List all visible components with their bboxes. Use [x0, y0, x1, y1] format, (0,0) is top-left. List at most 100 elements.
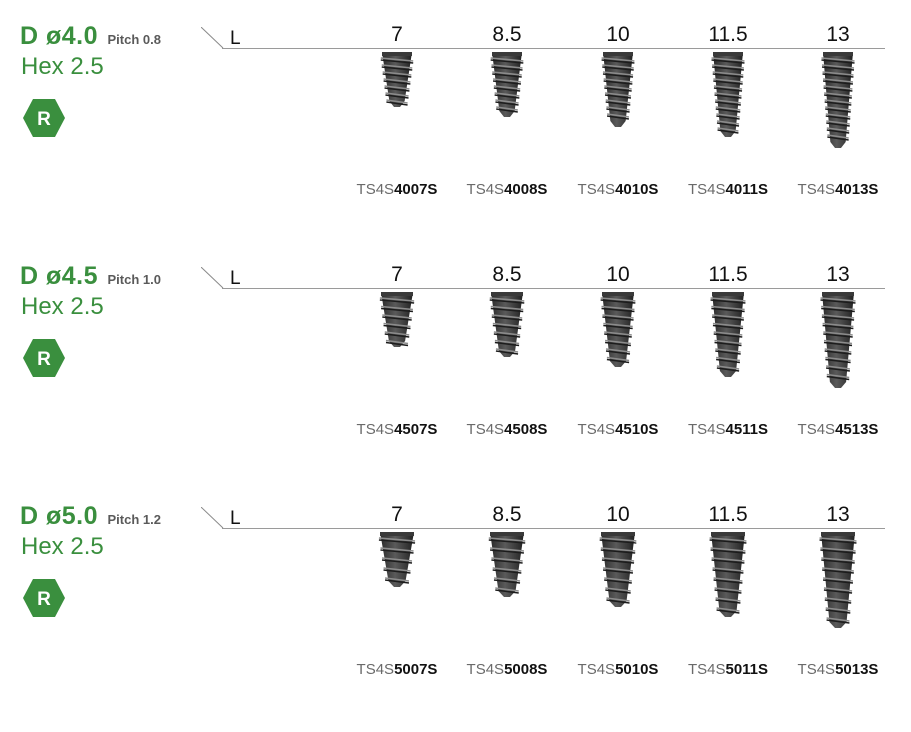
product-code-suffix: 4508S: [504, 421, 548, 438]
badge-letter: R: [37, 109, 51, 130]
product-code: TS4S4507S: [342, 421, 452, 438]
badge-letter: R: [37, 349, 51, 370]
header-diagonal-divider: [201, 267, 224, 289]
diameter-label: D ø4.0: [20, 22, 99, 50]
implant-size-section: D ø4.0 Pitch 0.8 Hex 2.5 RL7 TS4S4007S 8.5…: [0, 10, 911, 250]
regular-platform-badge-icon: R: [22, 338, 66, 378]
implant-image: [489, 292, 525, 362]
diameter-label: D ø5.0: [20, 502, 99, 530]
length-column-label: L: [230, 268, 241, 289]
product-code: TS4S5007S: [342, 661, 452, 678]
length-value: 7: [391, 23, 403, 46]
length-value: 10: [606, 263, 630, 286]
implant-image: [600, 292, 636, 372]
product-code: TS4S5008S: [452, 661, 562, 678]
product-code-suffix: 5007S: [394, 661, 438, 678]
product-code: TS4S4510S: [563, 421, 673, 438]
length-column-label: L: [230, 508, 241, 529]
header-rule: [222, 528, 885, 529]
product-code: TS4S4008S: [452, 181, 562, 198]
product-code-suffix: 4511S: [725, 421, 769, 438]
product-code-prefix: TS4S: [466, 661, 505, 678]
length-value: 7: [391, 503, 403, 526]
product-code-prefix: TS4S: [687, 661, 726, 678]
header-diagonal-divider: [201, 507, 224, 529]
diameter-heading: D ø4.5 Pitch 1.0: [20, 262, 161, 291]
length-value: 13: [826, 23, 850, 46]
badge-letter: R: [37, 589, 51, 610]
hex-label: Hex 2.5: [21, 533, 104, 560]
length-value: 8.5: [492, 503, 522, 526]
regular-platform-badge-icon: R: [22, 578, 66, 618]
length-column-label: L: [230, 28, 241, 49]
regular-platform-badge-icon: R: [22, 98, 66, 138]
product-code-prefix: TS4S: [577, 181, 616, 198]
product-code: TS4S4511S: [673, 421, 783, 438]
implant-image: [380, 52, 414, 112]
implant-image: [599, 532, 637, 612]
product-code-suffix: 5008S: [504, 661, 548, 678]
product-code: TS4S4013S: [783, 181, 893, 198]
length-value: 13: [826, 263, 850, 286]
length-value: 13: [826, 503, 850, 526]
product-code-suffix: 4010S: [615, 181, 659, 198]
implant-image: [379, 292, 415, 352]
length-value: 10: [606, 23, 630, 46]
product-code-prefix: TS4S: [577, 421, 616, 438]
product-code: TS4S5010S: [563, 661, 673, 678]
diameter-heading: D ø5.0 Pitch 1.2: [20, 502, 161, 531]
product-code-suffix: 4008S: [504, 181, 548, 198]
product-code: TS4S5011S: [673, 661, 783, 678]
header-diagonal-divider: [201, 27, 224, 49]
product-code-suffix: 5010S: [615, 661, 659, 678]
length-value: 7: [391, 263, 403, 286]
product-code-suffix: 5013S: [835, 661, 879, 678]
implant-image: [821, 52, 855, 153]
product-code-prefix: TS4S: [466, 421, 505, 438]
length-value: 11.5: [708, 263, 748, 286]
product-code-suffix: 5011S: [725, 661, 769, 678]
implant-image: [819, 532, 857, 633]
product-code-prefix: TS4S: [356, 421, 395, 438]
product-code-prefix: TS4S: [356, 181, 395, 198]
hex-label: Hex 2.5: [21, 293, 104, 320]
implant-image: [709, 532, 747, 622]
length-value: 11.5: [708, 503, 748, 526]
pitch-label: Pitch 1.2: [107, 512, 161, 527]
implant-image: [378, 532, 416, 592]
implant-image: [820, 292, 856, 393]
diameter-heading: D ø4.0 Pitch 0.8: [20, 22, 161, 51]
implant-image: [488, 532, 526, 602]
header-rule: [222, 48, 885, 49]
product-code: TS4S5013S: [783, 661, 893, 678]
hex-label: Hex 2.5: [21, 53, 104, 80]
product-code-prefix: TS4S: [577, 661, 616, 678]
diameter-label: D ø4.5: [20, 262, 99, 290]
product-code: TS4S4508S: [452, 421, 562, 438]
product-code-prefix: TS4S: [797, 181, 836, 198]
product-code-prefix: TS4S: [687, 421, 726, 438]
product-code-prefix: TS4S: [466, 181, 505, 198]
product-code-suffix: 4513S: [835, 421, 879, 438]
implant-size-section: D ø4.5 Pitch 1.0 Hex 2.5 RL7 TS4S4507S 8.5…: [0, 250, 911, 490]
product-code-suffix: 4507S: [394, 421, 438, 438]
length-value: 8.5: [492, 23, 522, 46]
length-value: 10: [606, 503, 630, 526]
length-value: 8.5: [492, 263, 522, 286]
product-code-suffix: 4013S: [835, 181, 879, 198]
implant-image: [490, 52, 524, 122]
implant-image: [601, 52, 635, 132]
length-value: 11.5: [708, 23, 748, 46]
product-code-suffix: 4510S: [615, 421, 659, 438]
product-code-prefix: TS4S: [797, 661, 836, 678]
product-code-suffix: 4011S: [725, 181, 769, 198]
product-code: TS4S4007S: [342, 181, 452, 198]
pitch-label: Pitch 0.8: [107, 32, 161, 47]
product-code-prefix: TS4S: [797, 421, 836, 438]
implant-size-section: D ø5.0 Pitch 1.2 Hex 2.5 RL7 TS4S5007S 8.5…: [0, 490, 911, 730]
header-rule: [222, 288, 885, 289]
product-code-prefix: TS4S: [687, 181, 726, 198]
product-code-suffix: 4007S: [394, 181, 438, 198]
product-code: TS4S4011S: [673, 181, 783, 198]
product-code: TS4S4513S: [783, 421, 893, 438]
